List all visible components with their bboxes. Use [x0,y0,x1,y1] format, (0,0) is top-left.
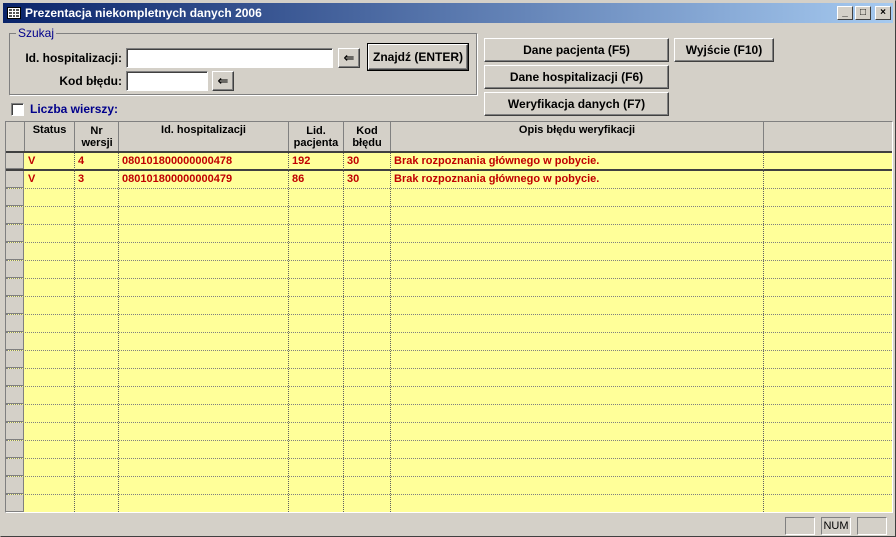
cell-lid: 192 [292,155,311,167]
cell-lid: 86 [292,173,305,185]
row-selector[interactable] [6,495,24,512]
data-grid[interactable]: Status Nr wersji Id. hospitalizacji Lid.… [5,121,893,513]
empty-row[interactable] [6,333,892,351]
row-selector[interactable] [6,225,24,242]
error-code-label: Kod błędu: [59,74,122,88]
row-selector[interactable] [6,459,24,476]
table-row[interactable]: V 4 080101800000000478 192 30 Brak rozpoznani… [6,153,892,171]
col-error-code[interactable]: Kod błędu [344,122,391,151]
table-row[interactable]: V 3 080101800000000479 86 30 Brak rozpoznania… [6,171,892,189]
row-selector[interactable] [6,423,24,440]
cell-kod: 30 [347,155,360,167]
cell-id: 080101800000000479 [122,173,233,185]
empty-row[interactable] [6,243,892,261]
empty-row[interactable] [6,351,892,369]
col-status[interactable]: Status [25,122,75,151]
status-pane-num: NUM [821,517,851,535]
minimize-button[interactable]: _ [837,6,853,20]
row-selector[interactable] [6,477,24,494]
empty-row[interactable] [6,297,892,315]
cell-nr: 3 [78,173,85,185]
close-button[interactable]: × [875,6,891,20]
table-icon [7,7,21,19]
cell-status: V [28,155,36,167]
col-error-code-label: Kod błędu [352,124,382,149]
row-selector[interactable] [6,153,24,169]
find-button[interactable]: Znajdź (ENTER) [367,43,469,71]
row-selector[interactable] [6,333,24,350]
arrow-left-icon: ⇐ [343,50,355,65]
row-selector[interactable] [6,279,24,296]
search-legend: Szukaj [16,26,57,40]
col-hospitalization-id[interactable]: Id. hospitalizacji [119,122,289,151]
empty-row[interactable] [6,441,892,459]
empty-row[interactable] [6,225,892,243]
empty-row[interactable] [6,207,892,225]
id-hospitalization-label: Id. hospitalizacji: [25,51,122,65]
status-pane-main [3,517,779,535]
row-selector[interactable] [6,369,24,386]
empty-row[interactable] [6,495,892,512]
status-pane-scroll [857,517,887,535]
status-pane-caps [785,517,815,535]
col-patient-lid[interactable]: Lid. pacjenta [289,122,344,151]
row-selector[interactable] [6,441,24,458]
id-arrow-button[interactable]: ⇐ [338,48,360,68]
row-selector[interactable] [6,189,24,206]
verification-data-button[interactable]: Weryfikacja danych (F7) [484,92,669,116]
empty-row[interactable] [6,459,892,477]
window-title: Prezentacja niekompletnych danych 2006 [25,6,262,20]
empty-row[interactable] [6,315,892,333]
col-version[interactable]: Nr wersji [75,122,119,151]
exit-button[interactable]: Wyjście (F10) [674,38,774,62]
kod-arrow-button[interactable]: ⇐ [212,71,234,91]
grid-header: Status Nr wersji Id. hospitalizacji Lid.… [6,122,892,153]
row-selector[interactable] [6,261,24,278]
col-version-label: Nr wersji [81,124,113,149]
row-selector[interactable] [6,351,24,368]
row-count-checkbox[interactable] [11,103,24,116]
row-header-corner [6,122,25,151]
row-selector[interactable] [6,207,24,224]
arrow-left-icon: ⇐ [217,73,229,88]
row-selector[interactable] [6,405,24,422]
row-selector[interactable] [6,171,24,188]
row-selector[interactable] [6,297,24,314]
row-selector[interactable] [6,315,24,332]
cell-nr: 4 [78,155,85,167]
title-bar[interactable]: Prezentacja niekompletnych danych 2006 _… [3,3,893,23]
empty-row[interactable] [6,261,892,279]
cell-kod: 30 [347,173,360,185]
row-selector[interactable] [6,387,24,404]
patient-data-button[interactable]: Dane pacjenta (F5) [484,38,669,62]
id-hospitalization-input[interactable] [126,48,333,68]
cell-id: 080101800000000478 [122,155,233,167]
cell-status: V [28,173,36,185]
empty-row[interactable] [6,387,892,405]
empty-row[interactable] [6,477,892,495]
maximize-button[interactable]: □ [855,6,871,20]
empty-row[interactable] [6,369,892,387]
row-selector[interactable] [6,243,24,260]
empty-row[interactable] [6,279,892,297]
cell-opis: Brak rozpoznania głównego w pobycie. [394,173,600,185]
main-window: Prezentacja niekompletnych danych 2006 _… [0,0,896,537]
row-count-label: Liczba wierszy: [30,102,119,116]
col-patient-lid-label: Lid. pacjenta [293,124,339,149]
empty-row[interactable] [6,423,892,441]
search-group: Szukaj Id. hospitalizacji: ⇐ Kod błędu: … [9,26,477,95]
status-bar: NUM [3,515,893,535]
col-error-description[interactable]: Opis błędu weryfikacji [391,122,764,151]
cell-opis: Brak rozpoznania głównego w pobycie. [394,155,600,167]
error-code-input[interactable] [126,71,208,91]
col-empty [764,122,892,151]
empty-row[interactable] [6,189,892,207]
empty-row[interactable] [6,405,892,423]
hospitalization-data-button[interactable]: Dane hospitalizacji (F6) [484,65,669,89]
